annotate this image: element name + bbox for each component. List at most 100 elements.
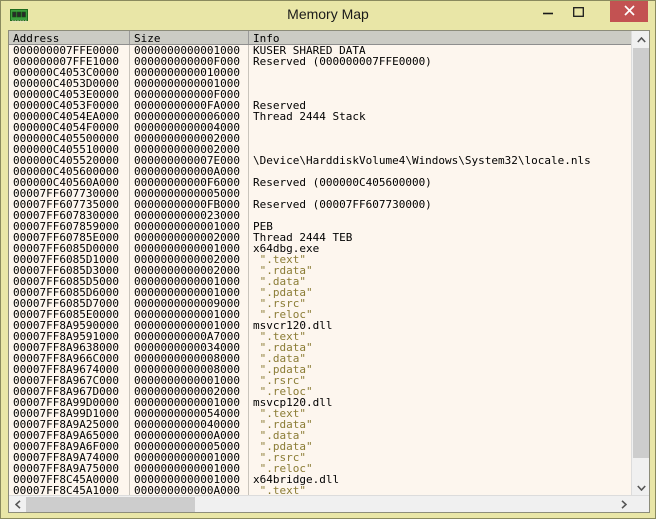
table-row[interactable]: 00007FF8A96380000000000000034000 ".rdata… — [9, 342, 631, 353]
table-row[interactable]: 00007FF6085D10000000000000002000 ".text" — [9, 254, 631, 265]
cell-address: 00007FF607730000 — [9, 188, 130, 199]
table-row[interactable]: 00007FF6085D50000000000000001000 ".data" — [9, 276, 631, 287]
table-row[interactable]: 000000C40560A00000000000000F6000Reserved… — [9, 177, 631, 188]
cell-info: Reserved (000000007FFE0000) — [249, 56, 631, 67]
scroll-up-button[interactable] — [632, 31, 650, 48]
table-row[interactable]: 00007FF6085D60000000000000001000 ".pdata… — [9, 287, 631, 298]
table-row[interactable]: 000000C4054F00000000000000004000 — [9, 122, 631, 133]
table-body: 000000007FFE00000000000000001000KUSER_SH… — [9, 45, 631, 496]
cell-info — [249, 78, 631, 89]
table-row[interactable]: 00007FF8A99D00000000000000001000msvcp120… — [9, 397, 631, 408]
table-row[interactable]: 000000C4055000000000000000002000 — [9, 133, 631, 144]
cell-info: x64dbg.exe — [249, 243, 631, 254]
scroll-left-button[interactable] — [9, 496, 26, 513]
cell-size: 0000000000001000 — [130, 243, 249, 254]
cell-size: 000000000000F000 — [130, 89, 249, 100]
cell-size: 0000000000002000 — [130, 144, 249, 155]
cell-size: 0000000000001000 — [130, 221, 249, 232]
cell-info: ".rdata" — [249, 342, 631, 353]
cell-size: 0000000000002000 — [130, 265, 249, 276]
cell-size: 0000000000001000 — [130, 45, 249, 56]
cell-address: 00007FF8A9674000 — [9, 364, 130, 375]
table-row[interactable]: 000000C4055100000000000000002000 — [9, 144, 631, 155]
cell-info: Thread 2444 Stack — [249, 111, 631, 122]
cell-info: ".pdata" — [249, 441, 631, 452]
table-row[interactable]: 00007FF6085D70000000000000009000 ".rsrc" — [9, 298, 631, 309]
cell-info: KUSER_SHARED_DATA — [249, 45, 631, 56]
cell-address: 000000007FFE0000 — [9, 45, 130, 56]
table-row[interactable]: 00007FF6078590000000000000001000PEB — [9, 221, 631, 232]
chevron-left-icon — [15, 500, 21, 509]
cell-info: ".data" — [249, 430, 631, 441]
table-row[interactable]: 00007FF60785E0000000000000002000Thread 2… — [9, 232, 631, 243]
close-button[interactable] — [610, 1, 648, 22]
cell-address: 00007FF6085E0000 — [9, 309, 130, 320]
table-row[interactable]: 00007FF8A9A6F0000000000000005000 ".pdata… — [9, 441, 631, 452]
cell-info — [249, 188, 631, 199]
cell-info: x64bridge.dll — [249, 474, 631, 485]
cell-info: ".data" — [249, 276, 631, 287]
table-row[interactable]: 00007FF8A9A750000000000000001000 ".reloc… — [9, 463, 631, 474]
table-row[interactable]: 000000C4053F000000000000000FA000Reserved — [9, 100, 631, 111]
cell-info — [249, 133, 631, 144]
table-row[interactable]: 000000C4054EA0000000000000006000Thread 2… — [9, 111, 631, 122]
cell-info: Thread 2444 TEB — [249, 232, 631, 243]
cell-address: 00007FF607830000 — [9, 210, 130, 221]
scroll-right-button[interactable] — [615, 496, 632, 513]
cell-info: ".reloc" — [249, 463, 631, 474]
cell-size: 0000000000002000 — [130, 254, 249, 265]
cell-size: 0000000000023000 — [130, 210, 249, 221]
vertical-scrollbar[interactable] — [631, 31, 649, 496]
cell-address: 00007FF8A9A65000 — [9, 430, 130, 441]
table-row[interactable]: 00007FF60773500000000000000FB000Reserved… — [9, 199, 631, 210]
table-row[interactable]: 00007FF8A9A65000000000000000A000 ".data" — [9, 430, 631, 441]
cell-size: 0000000000008000 — [130, 353, 249, 364]
minimize-button[interactable] — [533, 1, 563, 22]
memory-map-window: Memory Map Address Size Info 000000007FF… — [0, 0, 656, 519]
column-header-address[interactable]: Address — [9, 31, 130, 44]
maximize-button[interactable] — [563, 1, 593, 22]
column-header-info[interactable]: Info — [249, 31, 631, 44]
table-row[interactable]: 00007FF6078300000000000000023000 — [9, 210, 631, 221]
cell-size: 0000000000008000 — [130, 364, 249, 375]
table-row[interactable]: 00007FF8A959100000000000000A7000 ".text" — [9, 331, 631, 342]
table-row[interactable]: 00007FF8A99D10000000000000054000 ".text" — [9, 408, 631, 419]
table-row[interactable]: 00007FF6085E00000000000000001000 ".reloc… — [9, 309, 631, 320]
horizontal-scrollbar[interactable] — [9, 495, 650, 512]
cell-address: 000000C4053F0000 — [9, 100, 130, 111]
table-row[interactable]: 000000C4053D00000000000000001000 — [9, 78, 631, 89]
table-row[interactable]: 00007FF8C45A00000000000000001000x64bridg… — [9, 474, 631, 485]
table-row[interactable]: 000000C405520000000000000007E000\Device\… — [9, 155, 631, 166]
table-row[interactable]: 00007FF8A967D0000000000000002000 ".reloc… — [9, 386, 631, 397]
table-row[interactable]: 00007FF6077300000000000000005000 — [9, 188, 631, 199]
column-header-size[interactable]: Size — [130, 31, 249, 44]
cell-address: 000000C4054EA000 — [9, 111, 130, 122]
table-row[interactable]: 000000C4053E0000000000000000F000 — [9, 89, 631, 100]
table-row[interactable]: 000000007FFE00000000000000001000KUSER_SH… — [9, 45, 631, 56]
table-row[interactable]: 00007FF8A95900000000000000001000msvcr120… — [9, 320, 631, 331]
table-row[interactable]: 000000C4053C00000000000000010000 — [9, 67, 631, 78]
titlebar[interactable]: Memory Map — [1, 1, 655, 30]
vertical-scroll-thumb[interactable] — [633, 48, 649, 458]
cell-info: ".text" — [249, 408, 631, 419]
cell-info: ".rsrc" — [249, 298, 631, 309]
table-row[interactable]: 00007FF8A966C0000000000000008000 ".data" — [9, 353, 631, 364]
cell-info: ".reloc" — [249, 309, 631, 320]
table-row[interactable]: 000000C405600000000000000000A000 — [9, 166, 631, 177]
cell-size: 0000000000034000 — [130, 342, 249, 353]
cell-address: 00007FF6085D7000 — [9, 298, 130, 309]
cell-size: 000000000000A000 — [130, 430, 249, 441]
table-row[interactable]: 00007FF8A9A250000000000000040000 ".rdata… — [9, 419, 631, 430]
table-row[interactable]: 000000007FFE1000000000000000F000Reserved… — [9, 56, 631, 67]
table-row[interactable]: 00007FF8A967C0000000000000001000 ".rsrc" — [9, 375, 631, 386]
cell-size: 000000000000F000 — [130, 56, 249, 67]
horizontal-scroll-thumb[interactable] — [26, 497, 195, 512]
table-row[interactable]: 00007FF6085D00000000000000001000x64dbg.e… — [9, 243, 631, 254]
cell-info — [249, 166, 631, 177]
table-row[interactable]: 00007FF8A96740000000000000008000 ".pdata… — [9, 364, 631, 375]
scroll-down-button[interactable] — [632, 479, 650, 496]
table-row[interactable]: 00007FF6085D30000000000000002000 ".rdata… — [9, 265, 631, 276]
table-row[interactable]: 00007FF8A9A740000000000000001000 ".rsrc" — [9, 452, 631, 463]
cell-info: msvcr120.dll — [249, 320, 631, 331]
cell-address: 000000C405500000 — [9, 133, 130, 144]
